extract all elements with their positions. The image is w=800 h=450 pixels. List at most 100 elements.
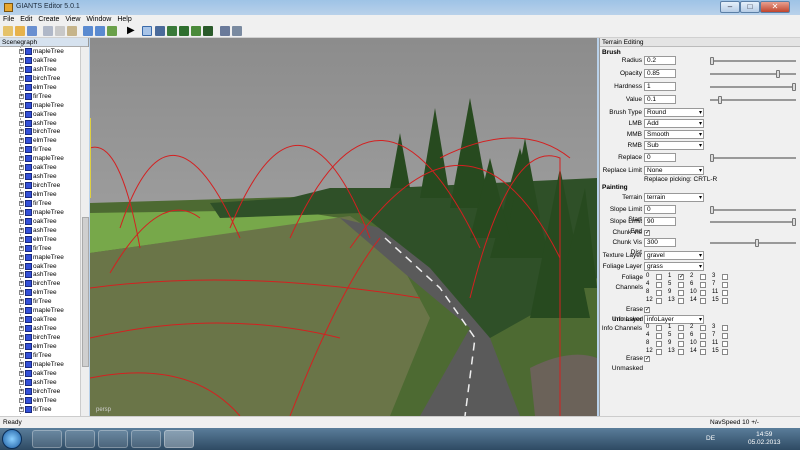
scenegraph-item[interactable]: + birchTree <box>0 73 80 83</box>
opacity-input[interactable]: 0.85 <box>644 69 676 78</box>
expand-icon[interactable]: + <box>19 57 24 63</box>
slope-end-input[interactable]: 90 <box>644 217 676 226</box>
scenegraph-item[interactable]: + oakTree <box>0 368 80 378</box>
replace-slider[interactable] <box>710 153 800 163</box>
refresh-icon[interactable] <box>107 26 117 36</box>
expand-icon[interactable]: + <box>19 93 24 99</box>
info-channel-checkbox[interactable] <box>700 325 706 331</box>
radius-slider[interactable] <box>710 56 800 66</box>
scenegraph-item[interactable]: + elmTree <box>0 82 80 92</box>
undo-icon[interactable] <box>83 26 93 36</box>
scenegraph-item[interactable]: + mapleTree <box>0 306 80 316</box>
settings-gear-icon[interactable] <box>220 26 230 36</box>
expand-icon[interactable]: + <box>19 317 24 323</box>
foliage-channel-checkbox[interactable] <box>678 282 684 288</box>
erase-unmasked-2-checkbox[interactable]: ✓ <box>644 356 650 362</box>
foliage-paint-icon[interactable] <box>191 26 201 36</box>
hardness-slider[interactable] <box>710 82 800 92</box>
hardness-input[interactable]: 1 <box>644 82 676 91</box>
expand-icon[interactable]: + <box>19 218 24 224</box>
scenegraph-item[interactable]: + firTree <box>0 145 80 155</box>
expand-icon[interactable]: + <box>19 183 24 189</box>
expand-icon[interactable]: + <box>19 388 24 394</box>
radius-input[interactable]: 0.2 <box>644 56 676 65</box>
language-indicator[interactable]: DE <box>706 435 715 442</box>
expand-icon[interactable]: + <box>19 254 24 260</box>
expand-icon[interactable]: + <box>19 200 24 206</box>
expand-icon[interactable]: + <box>19 147 24 153</box>
play-icon[interactable]: ▶ <box>127 26 137 36</box>
expand-icon[interactable]: + <box>19 308 24 314</box>
expand-icon[interactable]: + <box>19 49 24 54</box>
slider-knob[interactable] <box>710 154 714 162</box>
redo-icon[interactable] <box>95 26 105 36</box>
expand-icon[interactable]: + <box>19 129 24 135</box>
foliage-channel-checkbox[interactable] <box>678 290 684 296</box>
brush-type-select[interactable]: Round <box>644 108 704 117</box>
new-file-icon[interactable] <box>3 26 13 36</box>
expand-icon[interactable]: + <box>19 120 24 126</box>
info-channel-checkbox[interactable] <box>678 341 684 347</box>
foliage-layer-select[interactable]: grass <box>644 262 704 271</box>
foliage-channel-checkbox[interactable] <box>722 274 728 280</box>
terrain-sculpt-icon[interactable] <box>167 26 177 36</box>
expand-icon[interactable]: + <box>19 236 24 242</box>
scenegraph-item[interactable]: + elmTree <box>0 341 80 351</box>
foliage-channel-checkbox[interactable] <box>700 274 706 280</box>
chunk-vis-checkbox[interactable]: ✓ <box>644 230 650 236</box>
game-taskbar-icon[interactable] <box>131 430 161 448</box>
expand-icon[interactable]: + <box>19 192 24 197</box>
info-channel-checkbox[interactable] <box>678 325 684 331</box>
replace-input[interactable]: 0 <box>644 153 676 162</box>
foliage-channel-checkbox[interactable] <box>700 282 706 288</box>
media-player-taskbar-icon[interactable] <box>65 430 95 448</box>
foliage-channel-checkbox[interactable] <box>656 274 662 280</box>
chunk-vis-dist-input[interactable]: 300 <box>644 238 676 247</box>
slider-knob[interactable] <box>755 239 759 247</box>
info-channel-checkbox[interactable] <box>700 333 706 339</box>
menu-edit[interactable]: Edit <box>17 15 35 25</box>
info-channel-checkbox[interactable] <box>722 341 728 347</box>
title-bar[interactable]: GIANTS Editor 5.0.1 – □ ✕ <box>0 0 800 15</box>
foliage-channel-checkbox[interactable] <box>700 298 706 304</box>
scenegraph-item[interactable]: + elmTree <box>0 136 80 146</box>
scenegraph-item[interactable]: + mapleTree <box>0 207 80 217</box>
expand-icon[interactable]: + <box>19 174 24 180</box>
scenegraph-item[interactable]: + oakTree <box>0 163 80 173</box>
scenegraph-list[interactable]: + mapleTree + oakTree + ashTree + birchTree + elm… <box>0 47 80 416</box>
slider-knob[interactable] <box>718 96 722 104</box>
expand-icon[interactable]: + <box>19 263 24 269</box>
scenegraph-item[interactable]: + ashTree <box>0 270 80 280</box>
giants-editor-taskbar-icon[interactable] <box>164 430 194 448</box>
expand-icon[interactable]: + <box>19 397 24 403</box>
expand-icon[interactable]: + <box>19 75 24 81</box>
foliage-channel-checkbox[interactable] <box>722 282 728 288</box>
value-slider[interactable] <box>710 95 800 105</box>
info-channel-checkbox[interactable] <box>722 325 728 331</box>
foliage-channel-checkbox[interactable] <box>700 290 706 296</box>
chunk-vis-dist-slider[interactable] <box>710 238 800 248</box>
scenegraph-item[interactable]: + firTree <box>0 350 80 360</box>
slider-knob[interactable] <box>776 70 780 78</box>
scenegraph-item[interactable]: + elmTree <box>0 395 80 405</box>
erase-unmasked-checkbox[interactable]: ✓ <box>644 307 650 313</box>
expand-icon[interactable]: + <box>19 102 24 108</box>
scenegraph-item[interactable]: + ashTree <box>0 324 80 334</box>
opacity-slider[interactable] <box>710 69 800 79</box>
lmb-select[interactable]: Add <box>644 119 704 128</box>
info-channel-checkbox[interactable] <box>656 325 662 331</box>
slope-end-slider[interactable] <box>710 217 800 227</box>
scenegraph-item[interactable]: + firTree <box>0 243 80 253</box>
expand-icon[interactable]: + <box>19 299 24 305</box>
scenegraph-item[interactable]: + firTree <box>0 91 80 101</box>
expand-icon[interactable]: + <box>19 370 24 376</box>
start-button[interactable] <box>2 429 22 449</box>
explorer-taskbar-icon[interactable] <box>32 430 62 448</box>
foliage-channel-checkbox[interactable] <box>722 290 728 296</box>
slider-knob[interactable] <box>710 206 714 214</box>
scenegraph-item[interactable]: + birchTree <box>0 279 80 289</box>
foliage-channel-checkbox[interactable] <box>656 290 662 296</box>
open-file-icon[interactable] <box>15 26 25 36</box>
scenegraph-item[interactable]: + birchTree <box>0 386 80 396</box>
foliage-channel-checkbox[interactable]: ✓ <box>678 274 684 280</box>
